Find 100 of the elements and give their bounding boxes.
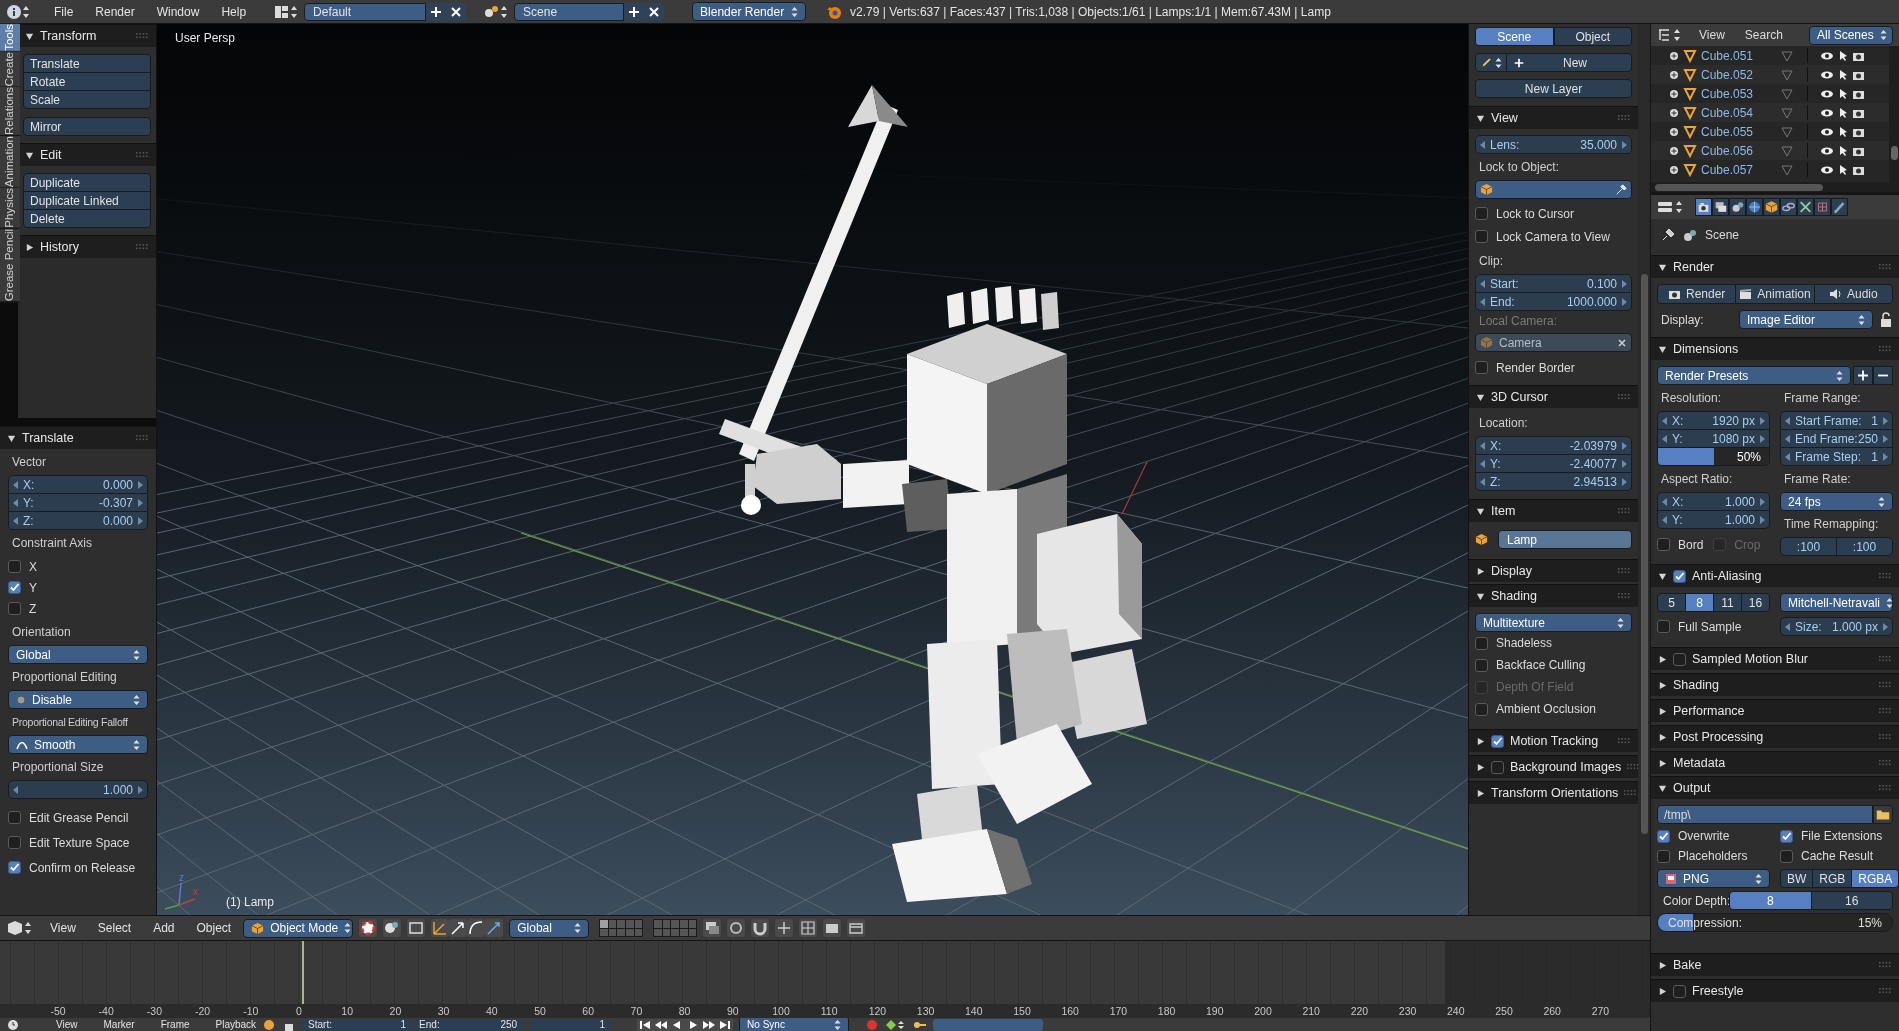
scrollbar[interactable] bbox=[1651, 182, 1899, 192]
checkbox-label[interactable]: Render Border bbox=[1496, 358, 1575, 377]
minus-icon[interactable] bbox=[1873, 366, 1893, 385]
checkbox-label[interactable]: Lock Camera to View bbox=[1496, 227, 1610, 246]
brush-icon[interactable] bbox=[1831, 198, 1848, 216]
checkbox[interactable] bbox=[1475, 636, 1488, 650]
axes-icon[interactable] bbox=[431, 919, 450, 937]
outliner-row[interactable]: Cube.056 bbox=[1651, 141, 1889, 160]
close-icon[interactable] bbox=[644, 2, 665, 21]
render-button[interactable]: Animation bbox=[1735, 284, 1815, 304]
number-field[interactable]: Y: 1080 px bbox=[1657, 429, 1770, 448]
checkbox-label[interactable]: Edit Grease Pencil bbox=[29, 808, 129, 827]
checkbox[interactable] bbox=[1475, 207, 1488, 220]
panel-header[interactable]: Sampled Motion Blur bbox=[1651, 647, 1899, 670]
render-button[interactable]: Audio bbox=[1813, 284, 1893, 304]
checkbox[interactable] bbox=[1657, 829, 1670, 843]
checkbox-label[interactable]: X bbox=[29, 557, 37, 576]
menu-item[interactable]: Object bbox=[196, 919, 232, 937]
sample-button[interactable]: 8 bbox=[1685, 593, 1714, 612]
plus-icon[interactable] bbox=[624, 2, 645, 21]
outliner-row[interactable]: Cube.054 bbox=[1651, 103, 1889, 122]
panel-header[interactable]: View bbox=[1469, 106, 1638, 129]
color-depth-button[interactable]: 8 bbox=[1729, 891, 1812, 910]
screen-layout-field[interactable]: Default bbox=[304, 2, 427, 21]
panel-header[interactable]: History bbox=[18, 235, 156, 258]
new-button[interactable]: New bbox=[1506, 53, 1632, 72]
checkbox[interactable] bbox=[1475, 658, 1488, 672]
menu-item[interactable]: Select bbox=[97, 919, 132, 937]
panel-header[interactable]: Metadata bbox=[1651, 751, 1899, 774]
checkbox[interactable] bbox=[1657, 849, 1670, 863]
menu-item[interactable]: View bbox=[56, 1018, 78, 1031]
panel-header[interactable]: Transform Orientations bbox=[1469, 781, 1638, 804]
number-field[interactable]: Y: -2.40077 bbox=[1475, 454, 1632, 473]
checkbox-label[interactable]: Lock to Cursor bbox=[1496, 204, 1575, 223]
frame-icon[interactable] bbox=[407, 919, 426, 937]
tool-button[interactable]: Duplicate Linked bbox=[23, 191, 151, 210]
play-icon[interactable] bbox=[685, 1018, 702, 1031]
checkbox-label[interactable]: Bord bbox=[1678, 535, 1704, 554]
menu-item[interactable]: Render bbox=[95, 2, 135, 21]
dropdown[interactable]: Render Presets bbox=[1657, 366, 1851, 385]
scene-field[interactable]: Scene bbox=[514, 2, 625, 21]
scrollbar[interactable] bbox=[1889, 46, 1899, 182]
play-reverse-icon[interactable] bbox=[669, 1018, 686, 1031]
plus-icon[interactable] bbox=[1853, 366, 1873, 385]
number-field[interactable]: 1.000 bbox=[8, 780, 148, 799]
checkbox-label[interactable]: Placeholders bbox=[1678, 847, 1748, 865]
lifebuoy-icon[interactable] bbox=[359, 919, 378, 937]
checkbox-label[interactable]: Confirm on Release bbox=[29, 858, 136, 877]
number-field[interactable]: Z: 0.000 bbox=[8, 511, 148, 530]
menu-item[interactable]: Window bbox=[156, 2, 200, 21]
lock-icon[interactable] bbox=[1879, 311, 1893, 328]
panel-header[interactable]: Translate bbox=[0, 426, 156, 449]
panel-header[interactable]: Post Processing bbox=[1651, 725, 1899, 748]
number-field[interactable]: :100 bbox=[1836, 537, 1893, 556]
dropdown[interactable]: PNG bbox=[1657, 869, 1770, 888]
checkbox[interactable] bbox=[1657, 538, 1670, 551]
panel-header[interactable]: Transform bbox=[18, 24, 156, 47]
panel-header[interactable]: Shading bbox=[1651, 673, 1899, 696]
menu-item[interactable]: Playback bbox=[215, 1018, 257, 1031]
cube-icon[interactable] bbox=[1763, 198, 1780, 216]
path-field[interactable]: /tmp\ bbox=[1657, 805, 1873, 824]
checkbox-label[interactable]: Cache Result bbox=[1801, 847, 1874, 865]
checkbox[interactable] bbox=[1475, 361, 1488, 374]
tool-button[interactable]: Rotate bbox=[23, 72, 151, 91]
number-field[interactable]: Y: -0.307 bbox=[8, 493, 148, 512]
sample-button[interactable]: 16 bbox=[1741, 593, 1770, 612]
checkbox-label[interactable]: Ambient Occlusion bbox=[1496, 700, 1597, 718]
checkbox[interactable] bbox=[8, 836, 21, 849]
sample-button[interactable]: 11 bbox=[1713, 593, 1742, 612]
menu-item[interactable]: View bbox=[50, 919, 76, 937]
panel-header[interactable]: Motion Tracking bbox=[1469, 729, 1638, 752]
checkbox[interactable] bbox=[1673, 652, 1686, 666]
panel-header[interactable]: Display bbox=[1469, 559, 1638, 582]
number-field[interactable]: End Frame:250 bbox=[1780, 429, 1893, 448]
new-layer-button[interactable]: New Layer bbox=[1475, 79, 1632, 98]
color-depth-button[interactable]: 16 bbox=[1810, 891, 1893, 910]
info-icon[interactable] bbox=[6, 3, 32, 20]
color-mode-button[interactable]: BW bbox=[1780, 869, 1814, 888]
camera-icon[interactable] bbox=[1695, 198, 1712, 216]
close-icon[interactable] bbox=[446, 2, 467, 21]
tab[interactable]: Object bbox=[1553, 27, 1632, 46]
checkbox[interactable] bbox=[1657, 620, 1670, 633]
tool-tab[interactable]: Grease Pencil bbox=[0, 229, 20, 303]
checkbox[interactable] bbox=[8, 602, 21, 615]
record-button-icon[interactable] bbox=[865, 1018, 880, 1031]
number-field[interactable]: X: 1.000 bbox=[1657, 492, 1770, 511]
grid-snap-icon[interactable] bbox=[799, 919, 818, 937]
menu-item[interactable]: Add bbox=[153, 919, 175, 937]
blocky-knight-drawing[interactable] bbox=[719, 85, 1147, 902]
dropdown[interactable]: Multitexture bbox=[1475, 613, 1632, 632]
tool-tab[interactable]: Animation bbox=[0, 136, 20, 189]
number-field[interactable]: Start: 0.100 bbox=[1475, 274, 1632, 293]
checkbox-label[interactable]: Shadeless bbox=[1496, 634, 1553, 652]
checkbox[interactable] bbox=[1673, 984, 1686, 998]
tool-button[interactable]: Delete bbox=[23, 209, 151, 228]
tool-button[interactable]: Mirror bbox=[23, 117, 151, 136]
tool-tab[interactable]: Tools bbox=[0, 24, 20, 52]
color-mode-button[interactable]: RGBA bbox=[1851, 869, 1899, 888]
dropdown[interactable]: Mitchell-Netravali bbox=[1780, 593, 1893, 612]
panel-header[interactable]: Background Images bbox=[1469, 755, 1638, 778]
